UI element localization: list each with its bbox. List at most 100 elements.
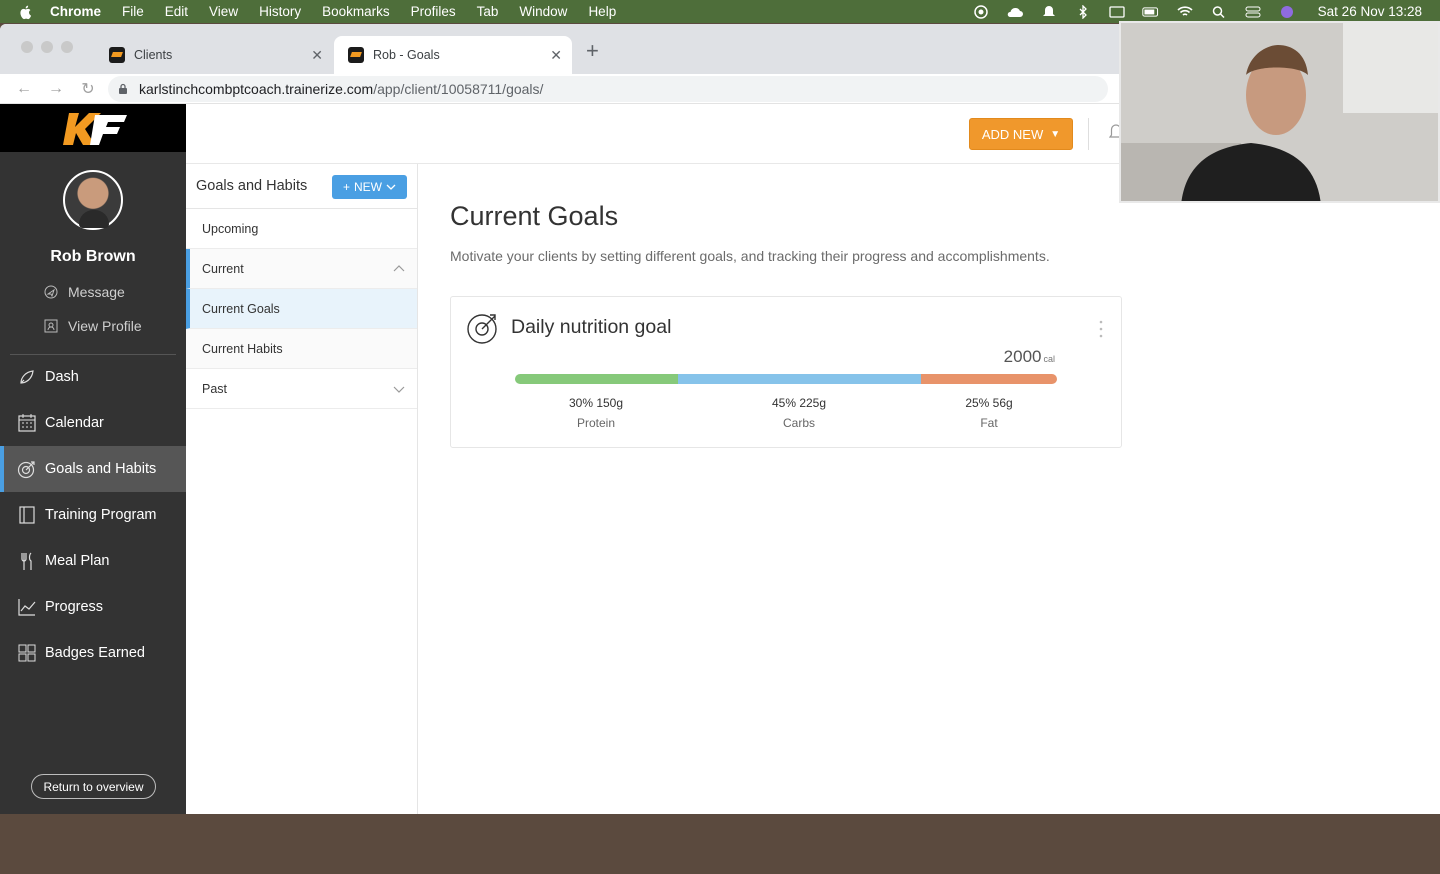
macro-label: Fat <box>980 416 998 430</box>
nav-item-goals-and-habits[interactable]: Goals and Habits <box>0 446 186 492</box>
wifi-icon[interactable] <box>1176 5 1194 19</box>
nav-label: Training Program <box>45 507 157 523</box>
menu-file[interactable]: File <box>122 4 144 19</box>
favicon-icon <box>109 47 125 63</box>
subnav-label: Current <box>202 261 244 276</box>
bluetooth-icon[interactable] <box>1074 4 1092 19</box>
nav-item-badges-earned[interactable]: Badges Earned <box>0 630 186 676</box>
message-icon <box>44 285 58 299</box>
subnav-label: Upcoming <box>202 221 259 236</box>
menubar-clock[interactable]: Sat 26 Nov 13:28 <box>1318 4 1422 19</box>
subnav-item-upcoming[interactable]: Upcoming <box>186 209 417 249</box>
tab-title: Rob - Goals <box>373 48 440 62</box>
cutlery-icon <box>21 552 32 570</box>
forward-icon[interactable]: → <box>48 80 64 98</box>
notification-icon[interactable] <box>1040 5 1058 19</box>
more-options-icon[interactable] <box>1099 319 1103 339</box>
macro-label: Protein <box>576 416 616 430</box>
chart-icon <box>18 599 36 616</box>
main-content: Current Goals Motivate your clients by s… <box>418 164 1440 814</box>
back-icon[interactable]: ← <box>16 80 32 98</box>
nav-label: Meal Plan <box>45 553 110 569</box>
menu-window[interactable]: Window <box>519 4 567 19</box>
plus-icon: + <box>342 180 350 194</box>
nav-item-progress[interactable]: Progress <box>0 584 186 630</box>
topbar-divider <box>1088 118 1089 150</box>
subnav-item-current-habits[interactable]: Current Habits <box>186 329 417 369</box>
goal-title: Daily nutrition goal <box>511 316 672 338</box>
add-new-label: ADD NEW <box>981 126 1044 142</box>
tab-clients[interactable]: Clients ✕ <box>95 36 333 74</box>
siri-icon[interactable] <box>1278 5 1296 19</box>
menu-help[interactable]: Help <box>588 4 616 19</box>
return-to-overview-button[interactable]: Return to overview <box>31 774 156 799</box>
subnav-item-current[interactable]: Current <box>186 249 417 289</box>
tab-rob-goals[interactable]: Rob - Goals ✕ <box>334 36 572 74</box>
menu-tab[interactable]: Tab <box>477 4 499 19</box>
url-host: karlstinchcombptcoach.trainerize.com <box>139 80 374 97</box>
client-sidebar: Rob Brown Message View Profile Dash Cale… <box>0 104 186 814</box>
battery-icon[interactable] <box>1141 5 1160 19</box>
brand-logo[interactable] <box>0 104 186 152</box>
new-label: NEW <box>354 180 382 194</box>
nav-item-calendar[interactable]: Calendar <box>0 400 186 446</box>
nav-label: Badges Earned <box>45 645 145 661</box>
nav-item-training-program[interactable]: Training Program <box>0 492 186 538</box>
cloud-icon[interactable] <box>1006 5 1024 19</box>
nav-label: Goals and Habits <box>45 461 157 477</box>
avatar[interactable] <box>63 170 123 230</box>
subnav-label: Current Habits <box>202 341 283 356</box>
url-input[interactable]: karlstinchcombptcoach.trainerize.com/app… <box>108 75 1108 102</box>
macro-value: 45% 225g <box>771 396 827 410</box>
page-title: Current Goals <box>450 201 619 231</box>
lock-icon[interactable] <box>118 83 128 94</box>
nav-item-meal-plan[interactable]: Meal Plan <box>0 538 186 584</box>
minimize-window-button[interactable] <box>41 41 53 53</box>
macro-value: 25% 56g <box>965 396 1013 410</box>
book-icon <box>19 506 35 524</box>
nav-label: Calendar <box>45 415 104 431</box>
new-goal-button[interactable]: + NEW <box>332 175 407 199</box>
message-link[interactable]: Message <box>44 284 125 300</box>
add-new-button[interactable]: ADD NEW ▼ <box>969 118 1073 150</box>
subnav-item-past[interactable]: Past <box>186 369 417 409</box>
menu-view[interactable]: View <box>209 4 238 19</box>
nav-item-dash[interactable]: Dash <box>0 354 186 400</box>
message-label: Message <box>68 284 125 300</box>
menu-app-name[interactable]: Chrome <box>50 4 101 19</box>
control-center-icon[interactable] <box>1244 5 1262 19</box>
subnav-header: Goals and Habits + NEW <box>186 164 417 209</box>
close-window-button[interactable] <box>21 41 33 53</box>
goal-card[interactable]: Daily nutrition goal 2000 cal 30% 150g Pr… <box>450 296 1122 448</box>
chevron-down-icon <box>393 386 405 393</box>
display-icon[interactable] <box>1108 5 1126 19</box>
menu-profiles[interactable]: Profiles <box>411 4 456 19</box>
new-tab-button[interactable]: + <box>586 38 599 64</box>
reload-icon[interactable]: ↻ <box>80 79 96 99</box>
menu-history[interactable]: History <box>259 4 301 19</box>
spotlight-icon[interactable] <box>1210 5 1228 19</box>
caret-down-icon: ▼ <box>1050 128 1061 140</box>
zoom-window-button[interactable] <box>61 41 73 53</box>
close-tab-icon[interactable]: ✕ <box>311 47 323 64</box>
view-profile-label: View Profile <box>68 318 142 334</box>
client-nav: Dash Calendar Goals and Habits Training … <box>0 354 186 676</box>
macos-menu-bar: Chrome File Edit View History Bookmarks … <box>0 0 1440 23</box>
macro-segment-carbs <box>677 374 922 384</box>
view-profile-link[interactable]: View Profile <box>44 318 142 334</box>
profile-icon <box>44 319 58 333</box>
macro-carbs: 45% 225g Carbs <box>739 393 859 433</box>
calorie-unit: cal <box>1043 354 1055 364</box>
window-controls <box>21 41 73 53</box>
webcam-person-image <box>1121 23 1438 201</box>
macro-segment-fat <box>921 374 1057 384</box>
apple-icon[interactable] <box>18 4 34 20</box>
close-tab-icon[interactable]: ✕ <box>550 47 562 64</box>
subnav-item-current-goals[interactable]: Current Goals <box>186 289 417 329</box>
record-icon[interactable] <box>972 4 990 19</box>
menu-bookmarks[interactable]: Bookmarks <box>322 4 390 19</box>
chevron-down-icon <box>386 184 396 190</box>
menu-edit[interactable]: Edit <box>165 4 188 19</box>
calorie-total: 2000 cal <box>1004 347 1055 367</box>
target-icon <box>17 461 35 479</box>
